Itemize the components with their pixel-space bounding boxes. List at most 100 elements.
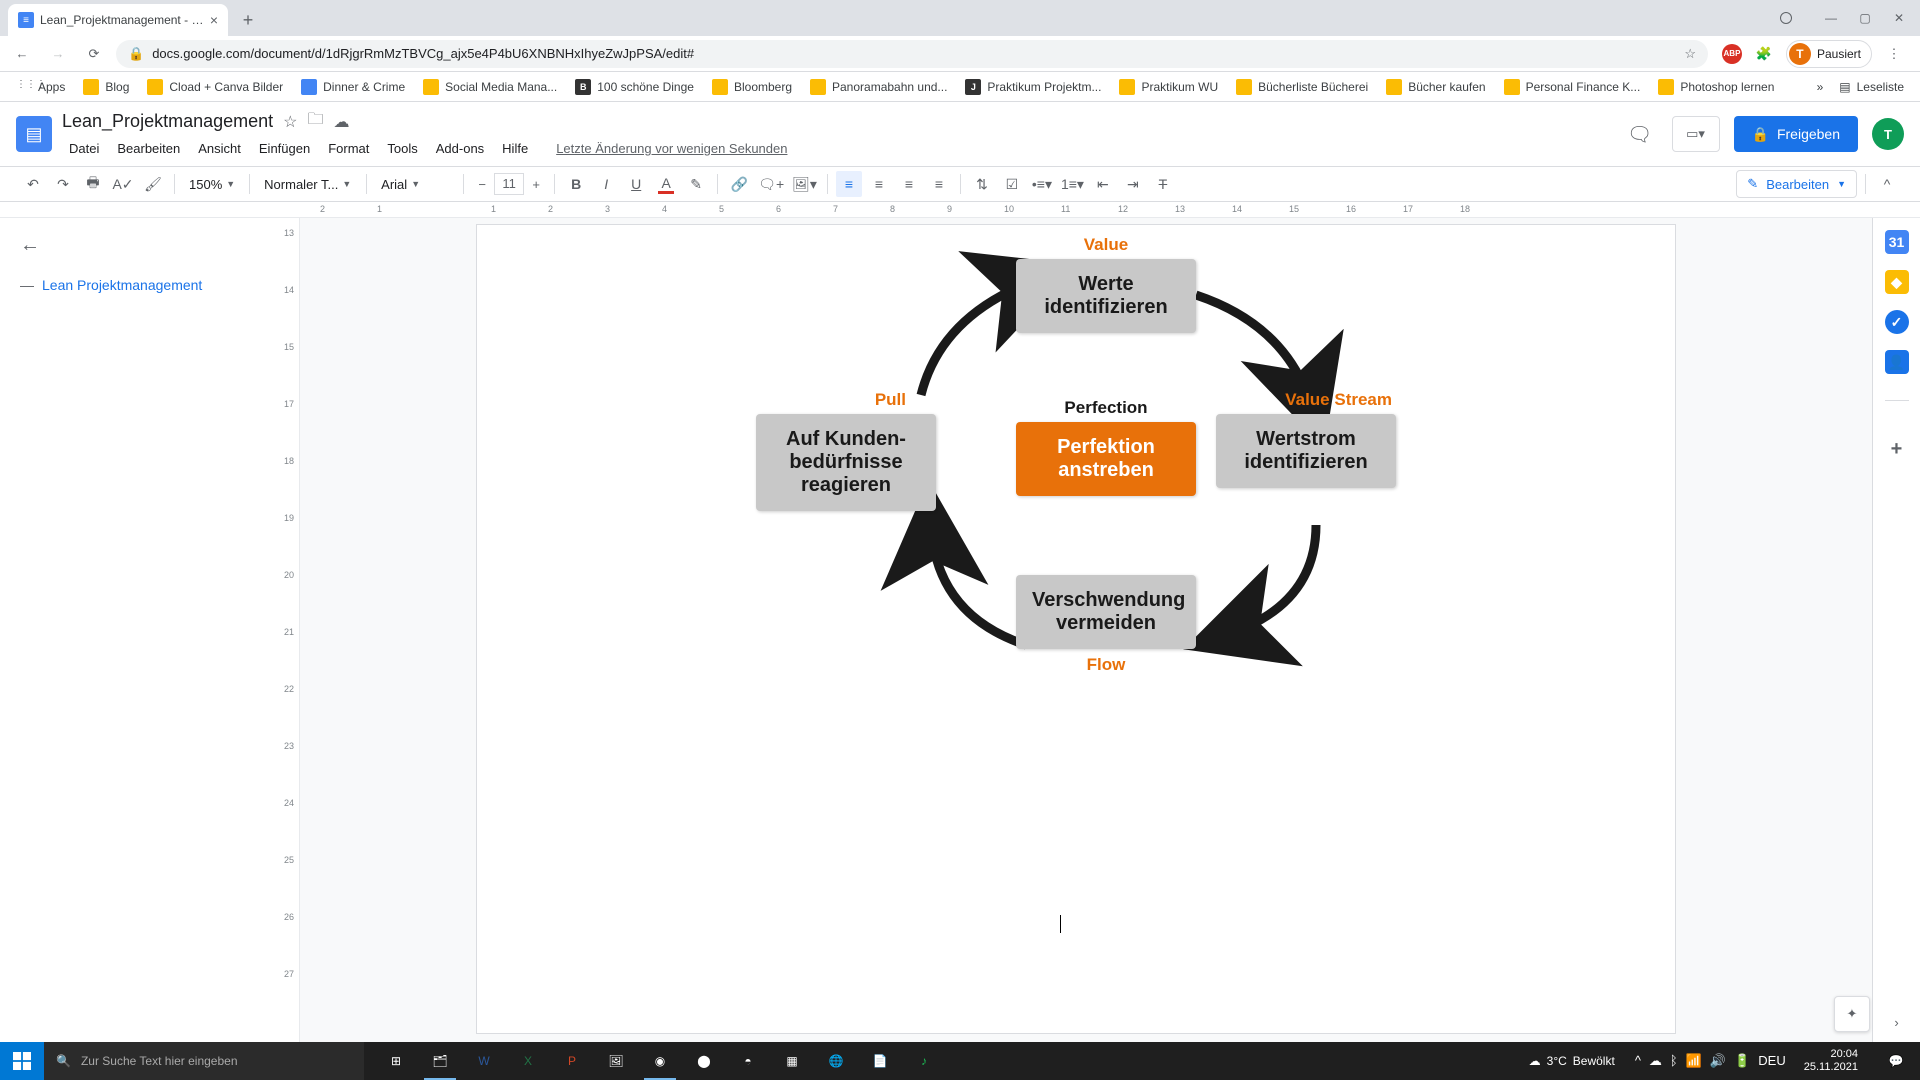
font-size-decrease[interactable]: − [472, 173, 492, 195]
menu-add-ons[interactable]: Add-ons [429, 137, 491, 160]
maximize-button[interactable]: ▢ [1850, 6, 1880, 30]
checklist-button[interactable]: ☑ [999, 171, 1025, 197]
calendar-addon-icon[interactable]: 31 [1885, 230, 1909, 254]
taskbar-clock[interactable]: 20:04 25.11.2021 [1796, 1048, 1866, 1074]
insert-comment-button[interactable]: 🗨+ [756, 171, 786, 197]
paint-format-button[interactable]: 🖌 [140, 171, 166, 197]
bookmark-item[interactable]: Panoramabahn und... [804, 76, 953, 98]
outline-back-icon[interactable]: ← [20, 234, 260, 257]
wifi-icon[interactable]: 📶 [1686, 1053, 1702, 1069]
close-tab-icon[interactable]: × [210, 12, 218, 28]
app-icon-1[interactable]: ◓ [726, 1042, 770, 1080]
start-button[interactable] [0, 1042, 44, 1080]
print-button[interactable]: 🖶 [80, 171, 106, 197]
bookmarks-more-icon[interactable]: » [1817, 80, 1824, 94]
comments-history-icon[interactable]: 🗨 [1622, 116, 1658, 152]
obs-icon[interactable]: ⬤ [682, 1042, 726, 1080]
keep-addon-icon[interactable]: ◆ [1885, 270, 1909, 294]
collapse-toolbar-button[interactable]: ^ [1874, 171, 1900, 197]
word-icon[interactable]: W [462, 1042, 506, 1080]
move-document-icon[interactable]: 🗀 [307, 108, 323, 135]
onedrive-icon[interactable]: ☁ [1649, 1053, 1662, 1069]
new-tab-button[interactable]: + [234, 6, 262, 34]
battery-icon[interactable]: 🔋 [1734, 1053, 1750, 1069]
notepad-icon[interactable]: 📄 [858, 1042, 902, 1080]
font-size-increase[interactable]: + [526, 173, 546, 195]
bookmark-item[interactable]: ⋮⋮⋮Apps [10, 76, 71, 98]
present-button[interactable]: ▭▾ [1672, 116, 1720, 152]
highlight-button[interactable]: ✎ [683, 171, 709, 197]
docs-logo-icon[interactable]: ▤ [16, 116, 52, 152]
abp-extension-icon[interactable]: ABP [1722, 44, 1742, 64]
align-left-button[interactable]: ≡ [836, 171, 862, 197]
edge-icon[interactable]: 🌐 [814, 1042, 858, 1080]
last-edit-link[interactable]: Letzte Änderung vor wenigen Sekunden [549, 137, 794, 160]
photos-icon[interactable]: 🖼 [594, 1042, 638, 1080]
zoom-select[interactable]: 150%▼ [183, 177, 241, 192]
align-right-button[interactable]: ≡ [896, 171, 922, 197]
share-button[interactable]: 🔒 Freigeben [1734, 116, 1858, 152]
hide-side-panel-icon[interactable]: › [1894, 1015, 1898, 1030]
align-center-button[interactable]: ≡ [866, 171, 892, 197]
document-canvas[interactable]: 1314151718192021222324252627 Valu [280, 218, 1872, 1042]
tray-overflow-icon[interactable]: ^ [1635, 1053, 1641, 1069]
menu-hilfe[interactable]: Hilfe [495, 137, 535, 160]
menu-ansicht[interactable]: Ansicht [191, 137, 248, 160]
account-indicator-icon[interactable] [1780, 12, 1792, 24]
insert-image-button[interactable]: 🖼▾ [790, 171, 819, 197]
bookmark-item[interactable]: B100 schöne Dinge [569, 76, 700, 98]
menu-einfügen[interactable]: Einfügen [252, 137, 317, 160]
browser-tab[interactable]: ≡ Lean_Projektmanagement - Goo... × [8, 4, 228, 36]
underline-button[interactable]: U [623, 171, 649, 197]
redo-button[interactable]: ↷ [50, 171, 76, 197]
horizontal-ruler[interactable]: 21123456789101112131415161718 [0, 202, 1920, 218]
app-icon-2[interactable]: ▦ [770, 1042, 814, 1080]
profile-button[interactable]: T Pausiert [1786, 40, 1872, 68]
bullet-list-button[interactable]: •≡▾ [1029, 171, 1055, 197]
file-explorer-icon[interactable]: 🗂 [418, 1042, 462, 1080]
outline-item[interactable]: — Lean Projektmanagement [20, 277, 260, 293]
document-page[interactable]: Value Werteidentifizieren Value Stream W… [476, 224, 1676, 1034]
undo-button[interactable]: ↶ [20, 171, 46, 197]
bookmark-item[interactable]: JPraktikum Projektm... [959, 76, 1107, 98]
document-title[interactable]: Lean_Projektmanagement [62, 111, 273, 132]
menu-bearbeiten[interactable]: Bearbeiten [110, 137, 187, 160]
close-window-button[interactable]: ✕ [1884, 6, 1914, 30]
tasks-addon-icon[interactable]: ✓ [1885, 310, 1909, 334]
bookmark-item[interactable]: Blog [77, 76, 135, 98]
font-select[interactable]: Arial▼ [375, 177, 455, 192]
align-justify-button[interactable]: ≡ [926, 171, 952, 197]
volume-icon[interactable]: 🔊 [1710, 1053, 1726, 1069]
editing-mode-select[interactable]: ✎ Bearbeiten ▼ [1736, 170, 1857, 198]
user-avatar[interactable]: T [1872, 118, 1904, 150]
excel-icon[interactable]: X [506, 1042, 550, 1080]
chrome-menu-icon[interactable]: ⋮ [1882, 42, 1906, 66]
bookmark-item[interactable]: Social Media Mana... [417, 76, 563, 98]
menu-format[interactable]: Format [321, 137, 376, 160]
cloud-status-icon[interactable]: ☁ [334, 112, 350, 132]
bookmark-item[interactable]: Bücher kaufen [1380, 76, 1491, 98]
bluetooth-icon[interactable]: ᛒ [1670, 1053, 1678, 1069]
reload-button[interactable]: ⟳ [80, 40, 108, 68]
reading-list-button[interactable]: ▤ Leseliste [1833, 77, 1910, 97]
menu-datei[interactable]: Datei [62, 137, 106, 160]
insert-link-button[interactable]: 🔗 [726, 171, 752, 197]
decrease-indent-button[interactable]: ⇤ [1090, 171, 1116, 197]
bookmark-item[interactable]: Praktikum WU [1113, 76, 1224, 98]
minimize-button[interactable]: — [1816, 6, 1846, 30]
address-bar[interactable]: 🔒 docs.google.com/document/d/1dRjgrRmMzT… [116, 40, 1708, 68]
bookmark-item[interactable]: Cload + Canva Bilder [141, 76, 289, 98]
taskbar-search[interactable]: 🔍 Zur Suche Text hier eingeben [44, 1042, 364, 1080]
menu-tools[interactable]: Tools [380, 137, 424, 160]
paragraph-style-select[interactable]: Normaler T...▼ [258, 177, 358, 192]
text-color-button[interactable]: A [653, 171, 679, 197]
spotify-icon[interactable]: ♪ [902, 1042, 946, 1080]
bookmark-item[interactable]: Dinner & Crime [295, 76, 411, 98]
language-indicator[interactable]: DEU [1758, 1053, 1785, 1069]
bold-button[interactable]: B [563, 171, 589, 197]
bookmark-item[interactable]: Bücherliste Bücherei [1230, 76, 1374, 98]
spellcheck-button[interactable]: A✓ [110, 171, 136, 197]
font-size-input[interactable]: 11 [494, 173, 524, 195]
numbered-list-button[interactable]: 1≡▾ [1059, 171, 1086, 197]
bookmark-item[interactable]: Personal Finance K... [1498, 76, 1647, 98]
